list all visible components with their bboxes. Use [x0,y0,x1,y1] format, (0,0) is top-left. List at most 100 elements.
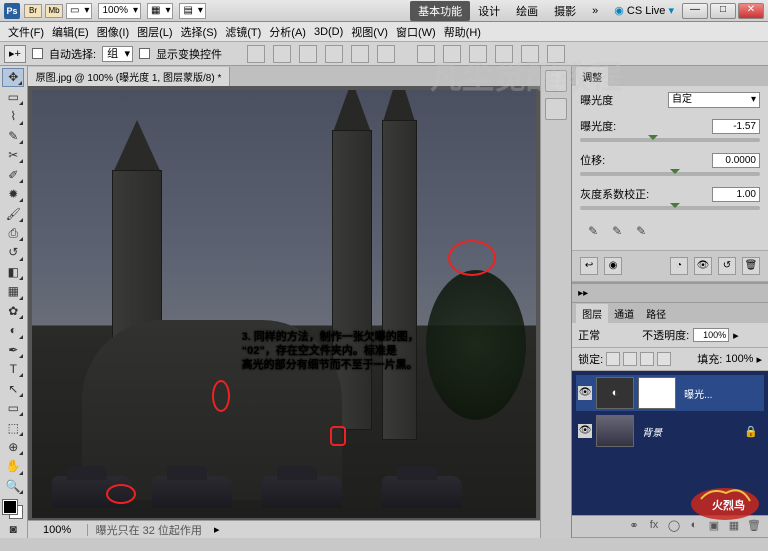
layer-mask-thumb[interactable] [638,377,676,409]
menu-3d[interactable]: 3D(D) [310,24,347,40]
gamma-value-input[interactable]: 1.00 [712,187,760,202]
auto-select-checkbox[interactable] [32,48,43,59]
return-icon[interactable]: ↩ [580,257,598,275]
blend-mode-dropdown[interactable]: 正常 [578,327,638,343]
paths-tab[interactable]: 路径 [640,304,672,323]
menu-window[interactable]: 窗口(W) [392,22,440,42]
type-tool[interactable]: T [2,360,24,378]
menu-layer[interactable]: 图层(L) [133,22,176,42]
delete-icon[interactable]: 🗑 [742,257,760,275]
lasso-tool[interactable]: ⌇ [2,107,24,125]
menu-view[interactable]: 视图(V) [347,22,392,42]
show-transform-checkbox[interactable] [139,48,150,59]
stamp-tool[interactable]: ⎙ [2,224,24,242]
menu-filter[interactable]: 滤镜(T) [221,22,265,42]
distribute-bottom-button[interactable] [469,45,487,63]
adjustments-tab[interactable]: 调整 [576,67,608,86]
color-swatch[interactable] [3,500,23,518]
healing-tool[interactable]: ✹ [2,185,24,203]
arrange-dropdown[interactable]: ▦ [147,3,173,19]
menu-analysis[interactable]: 分析(A) [265,22,310,42]
workspace-photography[interactable]: 摄影 [546,1,584,21]
align-left-button[interactable] [325,45,343,63]
pen-tool[interactable]: ✒ [2,341,24,359]
align-hcenter-button[interactable] [351,45,369,63]
workspace-painting[interactable]: 绘画 [508,1,546,21]
gradient-tool[interactable]: ▦ [2,282,24,300]
distribute-hcenter-button[interactable] [521,45,539,63]
align-vcenter-button[interactable] [273,45,291,63]
opacity-input[interactable]: 100% [693,328,729,342]
black-eyedropper-icon[interactable]: ✎ [588,224,604,240]
eyedropper-tool[interactable]: ✐ [2,165,24,183]
menu-edit[interactable]: 编辑(E) [48,22,93,42]
align-right-button[interactable] [377,45,395,63]
gamma-slider[interactable] [580,206,760,210]
channels-tab[interactable]: 通道 [608,304,640,323]
menu-file[interactable]: 文件(F) [4,22,48,42]
lock-all-icon[interactable] [657,352,671,366]
menu-help[interactable]: 帮助(H) [440,22,485,42]
quick-select-tool[interactable]: ✎ [2,127,24,145]
brush-tool[interactable]: 🖌 [2,204,24,222]
align-top-button[interactable] [247,45,265,63]
layer-item[interactable]: 👁 ◐ 曝光... [576,375,764,411]
layer-style-icon[interactable]: fx [646,519,662,535]
reset-icon[interactable]: ↺ [718,257,736,275]
path-select-tool[interactable]: ↖ [2,379,24,397]
distribute-top-button[interactable] [417,45,435,63]
align-bottom-button[interactable] [299,45,317,63]
workspace-more[interactable]: » [584,3,606,19]
exposure-value-input[interactable]: -1.57 [712,119,760,134]
lock-position-icon[interactable] [640,352,654,366]
zoom-tool[interactable]: 🔍 [2,477,24,495]
lock-transparency-icon[interactable] [606,352,620,366]
marquee-tool[interactable]: ▭ [2,88,24,106]
adjustment-layer-icon[interactable]: ◐ [686,519,702,535]
offset-slider[interactable] [580,172,760,176]
extras-dropdown[interactable]: ▤ [179,3,205,19]
layer-name[interactable]: 曝光... [680,386,716,401]
dodge-tool[interactable]: ◐ [2,321,24,339]
white-eyedropper-icon[interactable]: ✎ [636,224,652,240]
auto-select-target-dropdown[interactable]: 组 [102,46,133,62]
layer-mask-icon[interactable]: ◯ [666,519,682,535]
close-button[interactable]: ✕ [738,3,764,19]
clip-icon[interactable]: ◔ [670,257,688,275]
history-brush-tool[interactable]: ↺ [2,243,24,261]
canvas[interactable]: 3. 同样的方法，制作一张欠曝的图， “02”，存在空文件夹内。标准是 高光的部… [32,90,536,518]
menu-select[interactable]: 选择(S) [177,22,222,42]
layer-thumb[interactable] [596,415,634,447]
visibility-toggle-icon[interactable]: 👁 [578,386,592,400]
shape-tool[interactable]: ▭ [2,399,24,417]
new-layer-icon[interactable]: ▦ [726,519,742,535]
minimize-button[interactable]: — [682,3,708,19]
history-panel-icon[interactable] [545,70,567,92]
menu-image[interactable]: 图像(I) [93,22,133,42]
layer-item[interactable]: 👁 背景 🔒 [576,413,764,449]
3d-tool[interactable]: ⬚ [2,418,24,436]
lock-image-icon[interactable] [623,352,637,366]
visibility-toggle-icon[interactable]: 👁 [578,424,592,438]
layer-list[interactable]: 👁 ◐ 曝光... 👁 背景 🔒 [572,371,768,515]
zoom-dropdown[interactable]: 100% [98,3,141,19]
blur-tool[interactable]: ✿ [2,302,24,320]
screen-mode-dropdown[interactable]: ▭ [66,3,92,19]
visibility-icon[interactable]: 👁 [694,257,712,275]
gray-eyedropper-icon[interactable]: ✎ [612,224,628,240]
cs-live[interactable]: ◉ CS Live ▾ [614,4,674,17]
distribute-left-button[interactable] [495,45,513,63]
crop-tool[interactable]: ✂ [2,146,24,164]
expand-icon[interactable]: ◉ [604,257,622,275]
layer-name[interactable]: 背景 [638,424,666,439]
layers-tab[interactable]: 图层 [576,304,608,323]
collapsed-panel-group[interactable]: ▸▸ [572,283,768,303]
quick-mask-toggle[interactable]: ◙ [2,520,24,538]
3d-camera-tool[interactable]: ⊕ [2,438,24,456]
bridge-launcher[interactable]: Br [24,4,42,18]
adjustment-thumb-icon[interactable]: ◐ [596,377,634,409]
workspace-essentials[interactable]: 基本功能 [410,1,470,21]
minibridge-launcher[interactable]: Mb [45,4,63,18]
document-tab[interactable]: 原图.jpg @ 100% (曝光度 1, 图层蒙版/8) * [28,67,231,86]
maximize-button[interactable]: □ [710,3,736,19]
